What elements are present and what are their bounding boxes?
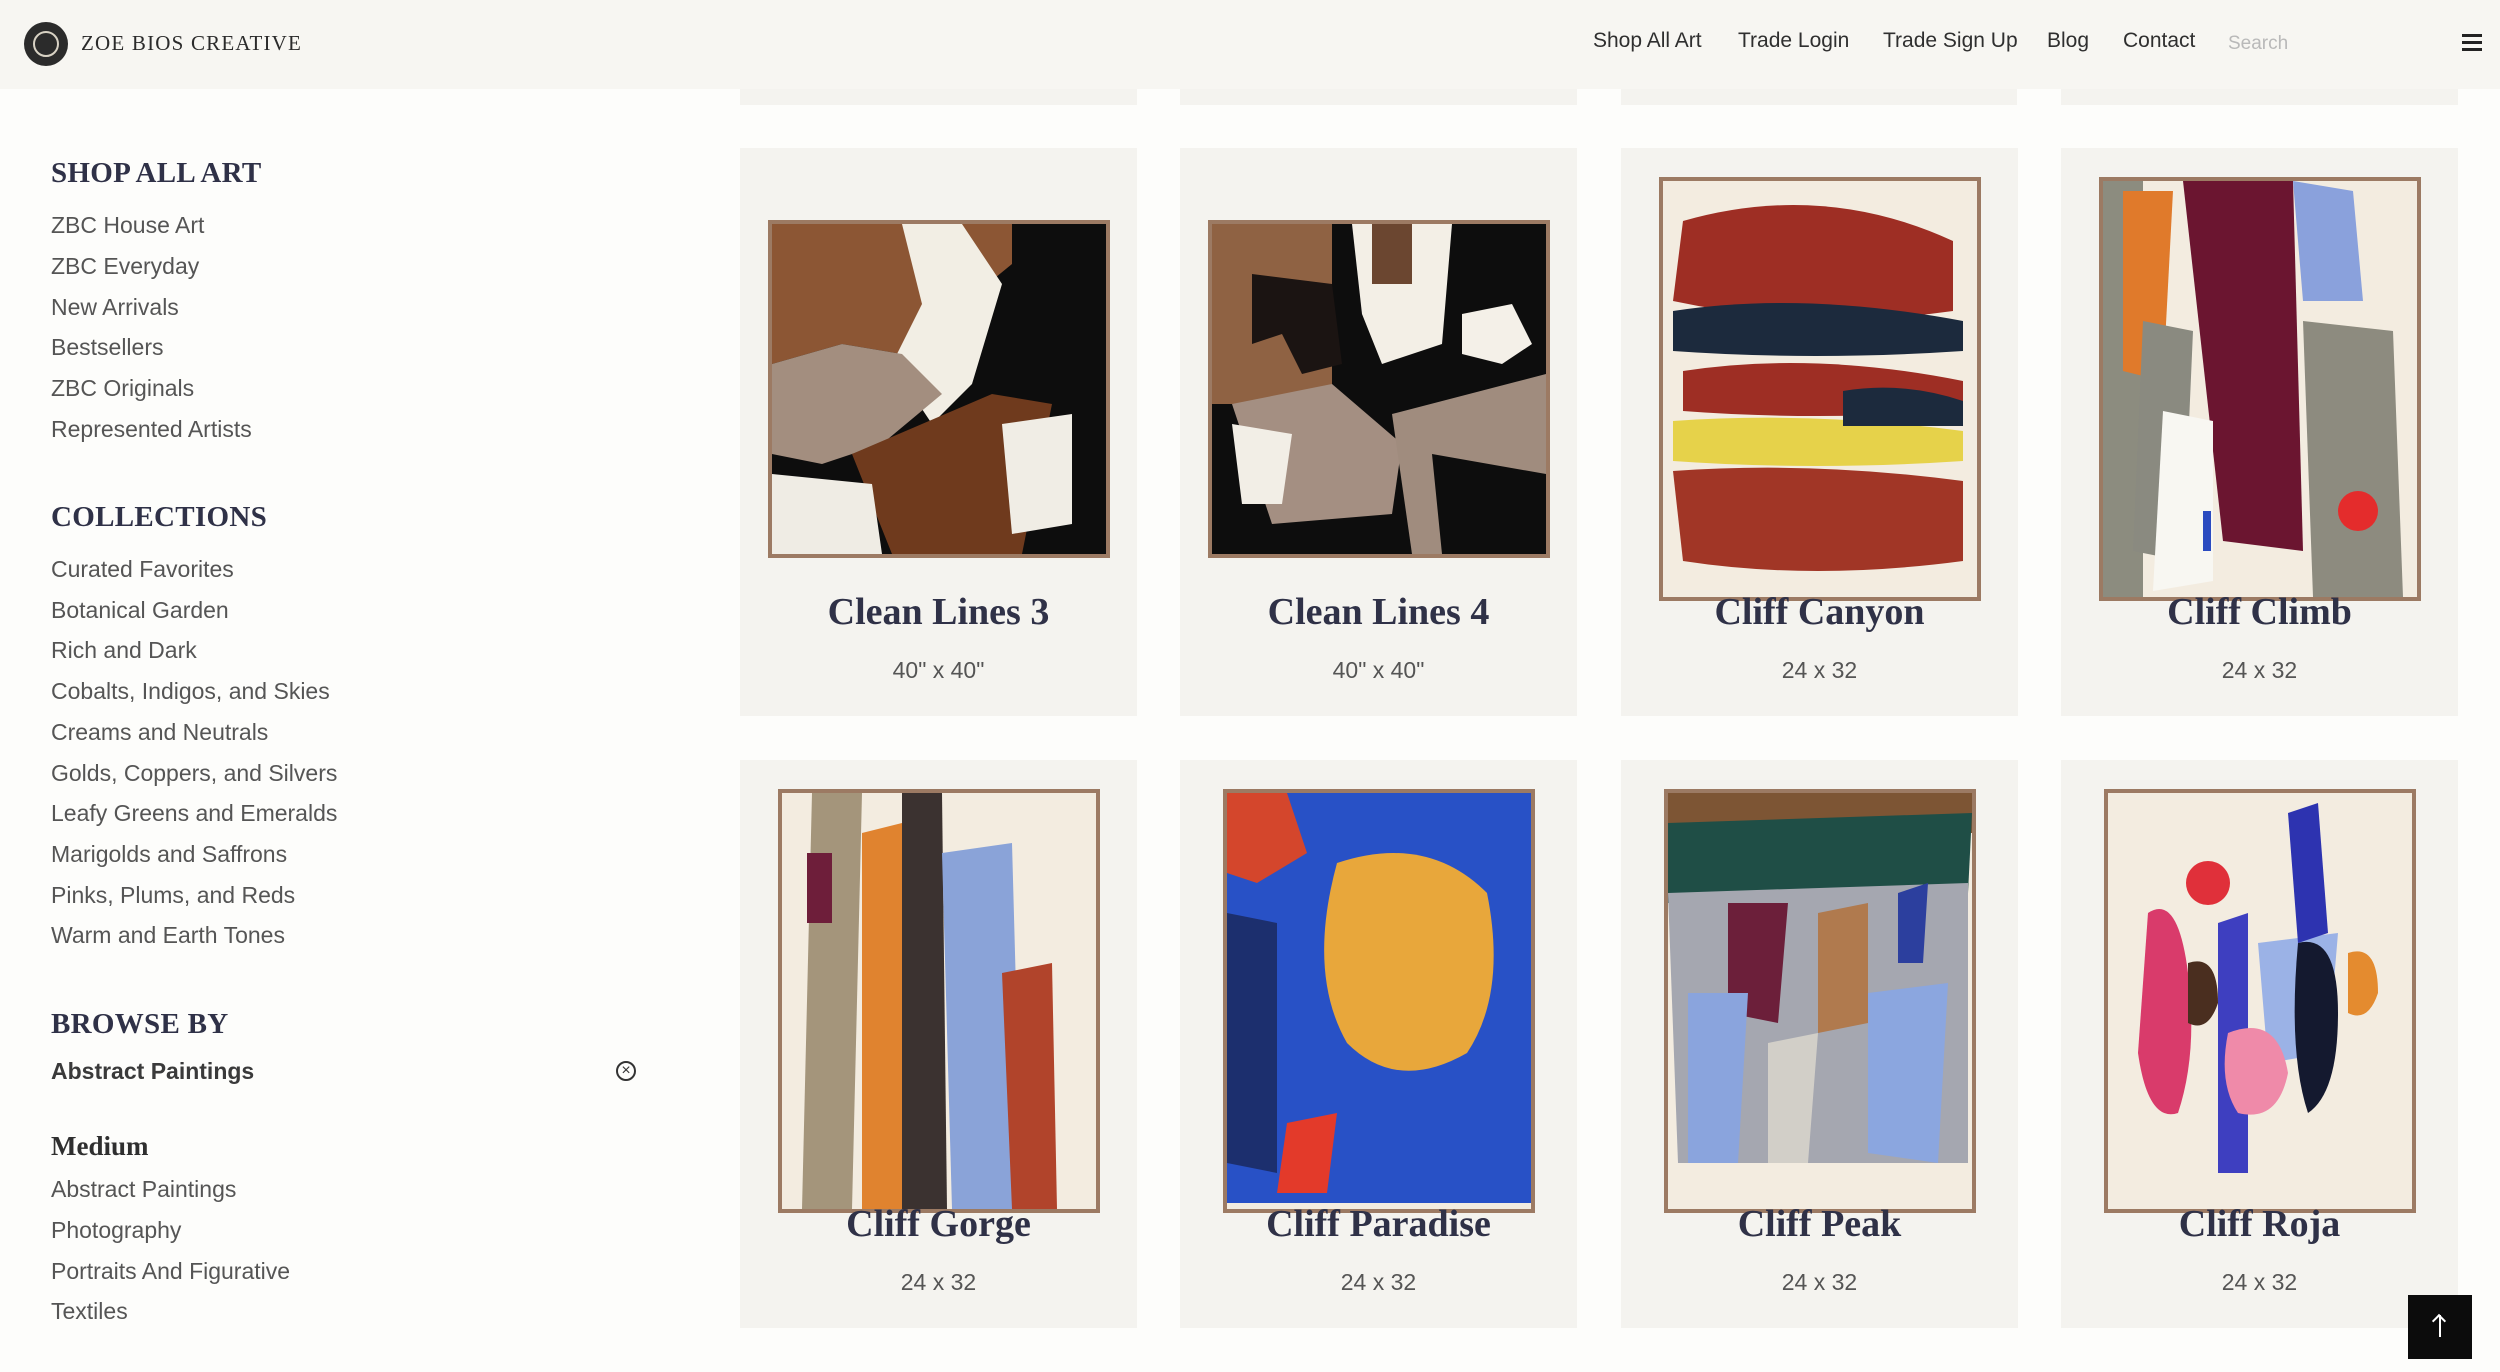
product-size: 40" x 40"	[1332, 657, 1425, 683]
back-to-top-button[interactable]	[2408, 1295, 2472, 1359]
sidebar-link-abstract-paintings[interactable]: Abstract Paintings	[51, 1176, 236, 1203]
product-size: 24 x 32	[1781, 657, 1858, 683]
product-image[interactable]	[1659, 177, 1981, 601]
abstract-painting-image	[2103, 181, 2417, 597]
sidebar-link-portraits-figurative[interactable]: Portraits And Figurative	[51, 1258, 290, 1285]
abstract-painting-image	[1663, 181, 1977, 597]
product-card[interactable]: Cliff Gorge 24 x 32	[740, 760, 1137, 1328]
sidebar-link-creams-and-neutrals[interactable]: Creams and Neutrals	[51, 719, 268, 746]
sidebar-link-botanical-garden[interactable]: Botanical Garden	[51, 597, 229, 624]
sidebar-link-bestsellers[interactable]: Bestsellers	[51, 334, 163, 361]
product-card[interactable]: Cliff Canyon 24 x 32	[1621, 148, 2018, 716]
abstract-painting-image	[1212, 224, 1546, 554]
sidebar-link-marigolds-saffrons[interactable]: Marigolds and Saffrons	[51, 841, 287, 868]
product-card[interactable]: Cliff Paradise 24 x 32	[1180, 760, 1577, 1328]
sidebar-link-golds-coppers-silvers[interactable]: Golds, Coppers, and Silvers	[51, 760, 337, 787]
sidebar-link-textiles[interactable]: Textiles	[51, 1298, 128, 1325]
nav-shop-all-art[interactable]: Shop All Art	[1593, 29, 1702, 53]
collections-heading: COLLECTIONS	[51, 501, 268, 533]
previous-row-card	[1621, 89, 2017, 105]
search-input[interactable]	[2228, 30, 2378, 58]
shop-all-art-heading[interactable]: SHOP ALL ART	[51, 157, 262, 190]
product-image[interactable]	[1664, 789, 1976, 1213]
product-title[interactable]: Cliff Peak	[1621, 1202, 2018, 1246]
sidebar-link-pinks-plums-reds[interactable]: Pinks, Plums, and Reds	[51, 882, 295, 909]
clear-filter-icon[interactable]	[616, 1059, 636, 1083]
product-title[interactable]: Cliff Paradise	[1180, 1202, 1577, 1246]
product-size: 24 x 32	[1340, 1269, 1417, 1295]
product-image[interactable]	[768, 220, 1110, 558]
abstract-painting-image	[1668, 793, 1972, 1209]
hamburger-menu-icon[interactable]	[2462, 34, 2482, 52]
brand-name[interactable]: ZOE BIOS CREATIVE	[81, 31, 302, 56]
product-title[interactable]: Clean Lines 3	[740, 590, 1137, 634]
abstract-painting-image	[782, 793, 1096, 1209]
medium-heading: Medium	[51, 1131, 149, 1161]
nav-contact[interactable]: Contact	[2123, 29, 2195, 53]
sidebar-link-zbc-house-art[interactable]: ZBC House Art	[51, 212, 204, 239]
product-title[interactable]: Clean Lines 4	[1180, 590, 1577, 634]
abstract-painting-image	[1227, 793, 1531, 1209]
abstract-painting-image	[2108, 793, 2412, 1209]
product-title[interactable]: Cliff Roja	[2061, 1202, 2458, 1246]
product-card[interactable]: Cliff Climb 24 x 32	[2061, 148, 2458, 716]
sidebar-link-warm-earth-tones[interactable]: Warm and Earth Tones	[51, 922, 285, 949]
sidebar-link-zbc-everyday[interactable]: ZBC Everyday	[51, 253, 199, 280]
product-card[interactable]: Cliff Roja 24 x 32	[2061, 760, 2458, 1328]
abstract-painting-image	[772, 224, 1106, 554]
sidebar-link-cobalts-indigos-skies[interactable]: Cobalts, Indigos, and Skies	[51, 678, 330, 705]
sidebar-link-rich-and-dark[interactable]: Rich and Dark	[51, 637, 197, 664]
brand-logo-icon[interactable]	[24, 22, 68, 66]
product-title[interactable]: Cliff Canyon	[1621, 590, 2018, 634]
product-size: 24 x 32	[900, 1269, 977, 1295]
previous-row-card	[740, 89, 1137, 105]
product-image[interactable]	[2104, 789, 2416, 1213]
previous-row-card	[2061, 89, 2458, 105]
product-size: 24 x 32	[2221, 657, 2298, 683]
nav-trade-login[interactable]: Trade Login	[1738, 29, 1849, 53]
product-title[interactable]: Cliff Gorge	[740, 1202, 1137, 1246]
product-size: 24 x 32	[1781, 1269, 1858, 1295]
sidebar-link-new-arrivals[interactable]: New Arrivals	[51, 294, 179, 321]
product-image[interactable]	[1223, 789, 1535, 1213]
product-card[interactable]: Clean Lines 3 40" x 40"	[740, 148, 1137, 716]
product-image[interactable]	[2099, 177, 2421, 601]
product-size: 40" x 40"	[892, 657, 985, 683]
product-card[interactable]: Clean Lines 4 40" x 40"	[1180, 148, 1577, 716]
active-filter-abstract-paintings[interactable]: Abstract Paintings	[51, 1058, 254, 1085]
product-size: 24 x 32	[2221, 1269, 2298, 1295]
sidebar-link-photography[interactable]: Photography	[51, 1217, 181, 1244]
product-card[interactable]: Cliff Peak 24 x 32	[1621, 760, 2018, 1328]
sidebar-link-zbc-originals[interactable]: ZBC Originals	[51, 375, 194, 402]
sidebar-link-leafy-greens-emeralds[interactable]: Leafy Greens and Emeralds	[51, 800, 337, 827]
product-title[interactable]: Cliff Climb	[2061, 590, 2458, 634]
nav-blog[interactable]: Blog	[2047, 29, 2089, 53]
previous-row-card	[1180, 89, 1577, 105]
sidebar-link-represented-artists[interactable]: Represented Artists	[51, 416, 252, 443]
product-image[interactable]	[1208, 220, 1550, 558]
nav-trade-sign-up[interactable]: Trade Sign Up	[1883, 29, 2018, 53]
product-image[interactable]	[778, 789, 1100, 1213]
browse-by-heading: BROWSE BY	[51, 1008, 229, 1040]
sidebar-link-curated-favorites[interactable]: Curated Favorites	[51, 556, 234, 583]
site-header: ZOE BIOS CREATIVE Shop All Art Trade Log…	[0, 0, 2500, 89]
